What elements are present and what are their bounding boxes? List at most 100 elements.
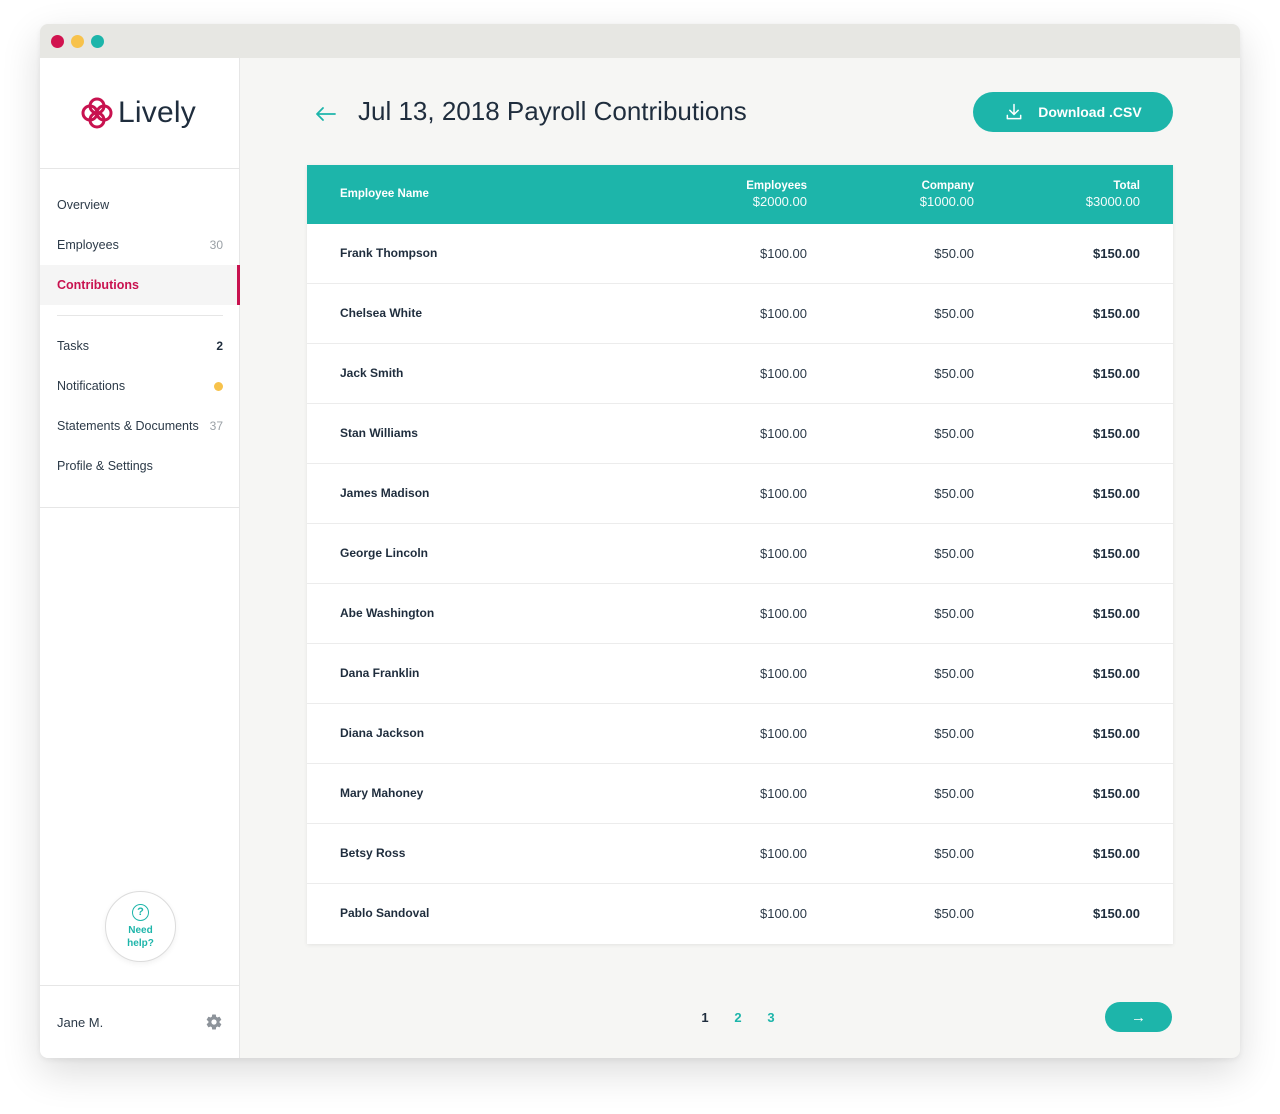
total-contribution: $150.00 [1093,786,1140,801]
sidebar-item-label: Statements & Documents [57,419,199,433]
total-contribution: $150.00 [1093,486,1140,501]
sidebar-item-label: Notifications [57,379,126,393]
page-2-link[interactable]: 2 [733,1010,743,1025]
sidebar-item-contributions[interactable]: Contributions [40,265,240,305]
employees-count: 30 [209,238,223,252]
brand-logo[interactable]: Lively [40,58,239,169]
help-label-line2: help? [127,937,154,949]
employee-name: Frank Thompson [340,246,438,260]
sidebar-item-label: Profile & Settings [57,459,153,473]
download-csv-button[interactable]: Download .CSV [973,92,1173,132]
company-contribution: $50.00 [934,546,974,561]
statements-count: 37 [209,419,223,433]
table-row[interactable]: Mary Mahoney $100.00 $50.00 $150.00 [307,764,1173,824]
table-row[interactable]: Diana Jackson $100.00 $50.00 $150.00 [307,704,1173,764]
total-contribution: $150.00 [1093,726,1140,741]
total-contribution: $150.00 [1093,666,1140,681]
sidebar: Lively Overview Employees 30 Contributio… [40,58,240,1058]
column-header-employee-name[interactable]: Employee Name [340,186,429,202]
employee-name: Chelsea White [340,306,423,320]
page-1-link[interactable]: 1 [700,1010,710,1025]
user-name[interactable]: Jane M. [57,1015,103,1030]
table-body: Frank Thompson $100.00 $50.00 $150.00 Chels… [307,224,1173,944]
table-row[interactable]: Stan Williams $100.00 $50.00 $150.00 [307,404,1173,464]
employee-name: Stan Williams [340,426,418,440]
total-column-total: $3000.00 [1085,194,1140,209]
app-window: Lively Overview Employees 30 Contributio… [40,24,1240,1058]
column-header-employees[interactable]: Employees $2000.00 [746,178,807,210]
table-row[interactable]: Betsy Ross $100.00 $50.00 $150.00 [307,824,1173,884]
sidebar-item-label: Tasks [57,339,89,353]
employee-name: Betsy Ross [340,846,406,860]
help-label-line1: Need [128,924,153,936]
primary-nav: Overview Employees 30 Contributions Task… [40,169,240,486]
company-contribution: $50.00 [934,606,974,621]
table-row[interactable]: Pablo Sandoval $100.00 $50.00 $150.00 [307,884,1173,944]
total-contribution: $150.00 [1093,306,1140,321]
total-contribution: $150.00 [1093,246,1140,261]
sidebar-item-profile-settings[interactable]: Profile & Settings [40,446,239,486]
arrow-left-icon[interactable] [314,102,338,126]
table-row[interactable]: James Madison $100.00 $50.00 $150.00 [307,464,1173,524]
employee-name: James Madison [340,486,430,500]
employees-column-total: $2000.00 [752,194,807,209]
need-help-button[interactable]: ? Need help? [105,891,176,962]
employee-contribution: $100.00 [760,366,807,381]
sidebar-item-statements-documents[interactable]: Statements & Documents 37 [40,406,239,446]
employee-contribution: $100.00 [760,786,807,801]
page-title: Jul 13, 2018 Payroll Contributions [358,96,747,126]
sidebar-item-label: Contributions [57,278,139,292]
table-header: Employee Name Employees $2000.00 Company… [307,165,1173,224]
window-zoom-button[interactable] [91,34,104,48]
question-circle-icon: ? [132,903,149,921]
total-contribution: $150.00 [1093,366,1140,381]
employee-name: George Lincoln [340,546,429,560]
company-contribution: $50.00 [934,666,974,681]
table-row[interactable]: Abe Washington $100.00 $50.00 $150.00 [307,584,1173,644]
table-row[interactable]: Frank Thompson $100.00 $50.00 $150.00 [307,224,1173,284]
employee-name: Dana Franklin [340,666,420,680]
sidebar-item-label: Employees [57,238,119,252]
company-contribution: $50.00 [934,246,974,261]
total-contribution: $150.00 [1093,606,1140,621]
sidebar-item-employees[interactable]: Employees 30 [40,225,239,265]
employee-contribution: $100.00 [760,546,807,561]
arrow-right-icon: → [1131,1008,1146,1026]
employee-name: Pablo Sandoval [340,906,430,920]
company-contribution: $50.00 [934,906,974,921]
employee-name: Jack Smith [340,366,404,380]
column-header-total[interactable]: Total $3000.00 [1086,178,1140,210]
sidebar-item-tasks[interactable]: Tasks 2 [40,326,239,366]
employee-name: Abe Washington [340,606,435,620]
company-contribution: $50.00 [934,426,974,441]
company-contribution: $50.00 [934,846,974,861]
sidebar-item-notifications[interactable]: Notifications [40,366,239,406]
employee-contribution: $100.00 [760,606,807,621]
table-row[interactable]: George Lincoln $100.00 $50.00 $150.00 [307,524,1173,584]
employee-name: Mary Mahoney [340,786,424,800]
total-contribution: $150.00 [1093,426,1140,441]
page-3-link[interactable]: 3 [766,1010,776,1025]
download-icon [1006,103,1022,120]
title-bar [40,24,1240,58]
employee-contribution: $100.00 [760,306,807,321]
window-close-button[interactable] [51,34,64,48]
table-row[interactable]: Jack Smith $100.00 $50.00 $150.00 [307,344,1173,404]
gear-icon[interactable] [205,1013,223,1031]
employee-contribution: $100.00 [760,726,807,741]
window-minimize-button[interactable] [71,34,84,48]
company-column-total: $1000.00 [919,194,974,209]
sidebar-item-label: Overview [57,198,110,212]
table-row[interactable]: Dana Franklin $100.00 $50.00 $150.00 [307,644,1173,704]
notification-dot-icon [214,381,223,391]
employee-contribution: $100.00 [760,666,807,681]
sidebar-item-overview[interactable]: Overview [40,185,239,225]
contributions-table: Employee Name Employees $2000.00 Company… [307,165,1173,944]
total-contribution: $150.00 [1093,906,1140,921]
company-contribution: $50.00 [934,366,974,381]
download-label: Download .CSV [1038,104,1142,120]
table-row[interactable]: Chelsea White $100.00 $50.00 $150.00 [307,284,1173,344]
next-page-button[interactable]: → [1105,1002,1172,1032]
column-header-company[interactable]: Company $1000.00 [920,178,974,210]
company-contribution: $50.00 [934,486,974,501]
